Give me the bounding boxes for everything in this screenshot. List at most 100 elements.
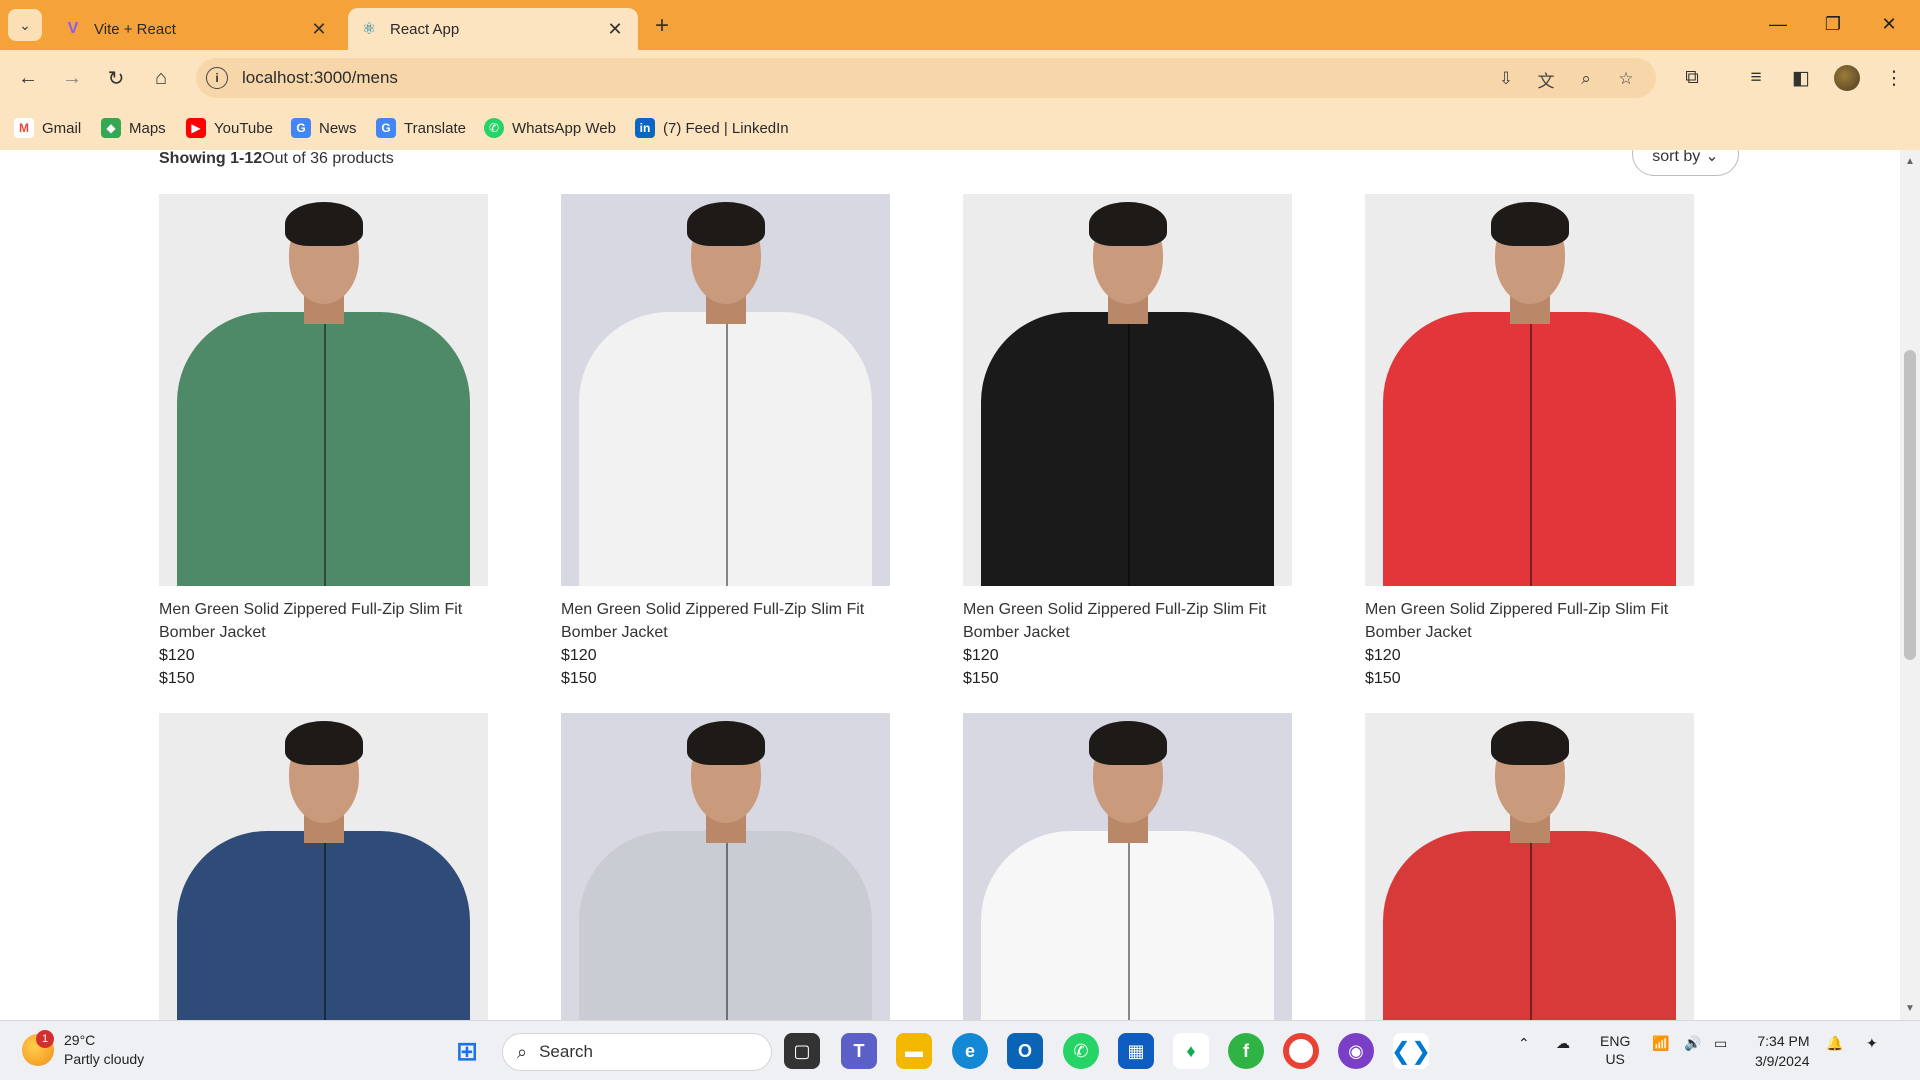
tab-search-button[interactable]: ⌄ <box>8 9 42 41</box>
taskbar-search[interactable]: ⌕ Search <box>502 1033 772 1071</box>
github-desktop-icon[interactable]: ◉ <box>1338 1033 1374 1069</box>
model-figure <box>1365 713 1694 1020</box>
system-clock[interactable]: 7:34 PM 3/9/2024 <box>1755 1031 1810 1071</box>
onedrive-icon[interactable]: ☁ <box>1556 1035 1570 1052</box>
bookmark-label: Maps <box>129 119 166 137</box>
install-app-icon[interactable]: ⇩ <box>1494 67 1518 91</box>
product-name[interactable]: Men Green Solid Zippered Full-Zip Slim F… <box>159 598 488 644</box>
product-name[interactable]: Men Green Solid Zippered Full-Zip Slim F… <box>561 598 890 644</box>
url-text[interactable]: localhost:3000/mens <box>242 68 398 88</box>
fiverr-icon[interactable]: f <box>1228 1033 1264 1069</box>
battery-icon[interactable]: ▭ <box>1714 1035 1727 1052</box>
product-image[interactable] <box>1365 713 1694 1020</box>
model-hair <box>686 721 765 765</box>
translate-page-icon[interactable]: 文 <box>1534 67 1558 91</box>
teams-icon[interactable]: T <box>841 1033 877 1069</box>
scroll-down-arrow[interactable]: ▼ <box>1905 1003 1915 1014</box>
notification-bell-icon[interactable]: 🔔 <box>1826 1035 1843 1052</box>
product-card[interactable] <box>963 713 1292 1020</box>
edge-icon[interactable]: e <box>952 1033 988 1069</box>
tab-react-app[interactable]: ⚛ React App ✕ <box>348 8 638 50</box>
model-figure <box>963 194 1292 586</box>
jacket-zipper <box>1529 843 1532 1020</box>
profile-avatar[interactable] <box>1834 65 1860 91</box>
weather-widget[interactable]: 1 29°C Partly cloudy <box>22 1030 145 1069</box>
bookmark-maps[interactable]: ◆ Maps <box>101 116 166 140</box>
site-info-icon[interactable]: i <box>206 67 228 89</box>
product-card[interactable]: Men Green Solid Zippered Full-Zip Slim F… <box>159 194 488 690</box>
model-figure <box>1365 194 1694 586</box>
side-panel-icon[interactable]: ◧ <box>1785 62 1817 94</box>
sort-by-button[interactable]: sort by ⌄ <box>1632 150 1739 176</box>
bookmark-whatsapp[interactable]: ✆ WhatsApp Web <box>484 116 616 140</box>
home-button[interactable]: ⌂ <box>145 62 177 94</box>
media-controls-icon[interactable]: ≡ <box>1740 62 1772 94</box>
product-price: $120 <box>561 647 597 664</box>
product-price: $120 <box>1365 647 1401 664</box>
file-explorer-icon[interactable]: ▬ <box>896 1033 932 1069</box>
product-card[interactable] <box>159 713 488 1020</box>
mongodb-icon[interactable]: ♦ <box>1173 1033 1209 1069</box>
product-image[interactable] <box>561 713 890 1020</box>
bookmark-label: YouTube <box>214 119 273 137</box>
product-name[interactable]: Men Green Solid Zippered Full-Zip Slim F… <box>1365 598 1694 644</box>
product-card[interactable]: Men Green Solid Zippered Full-Zip Slim F… <box>561 194 890 690</box>
product-image[interactable] <box>561 194 890 586</box>
bookmark-label: News <box>319 119 357 137</box>
task-view-icon[interactable]: ▢ <box>784 1033 820 1069</box>
whatsapp-taskbar-icon[interactable]: ✆ <box>1063 1033 1099 1069</box>
page-scrollbar[interactable]: ▲ ▼ <box>1900 150 1920 1020</box>
bookmark-translate[interactable]: G Translate <box>376 116 466 140</box>
bookmark-youtube[interactable]: ▶ YouTube <box>186 116 273 140</box>
new-tab-button[interactable]: + <box>648 12 676 40</box>
tab-vite-react[interactable]: V Vite + React ✕ <box>52 8 342 50</box>
forward-button[interactable]: → <box>56 62 88 94</box>
close-tab-icon[interactable]: ✕ <box>602 16 628 42</box>
restore-button[interactable]: ❐ <box>1810 8 1856 40</box>
product-image[interactable] <box>1365 194 1694 586</box>
copilot-icon[interactable]: ✦ <box>1866 1035 1878 1052</box>
volume-icon[interactable]: 🔊 <box>1684 1035 1701 1052</box>
address-bar[interactable]: i localhost:3000/mens ⇩ 文 ⌕ ☆ <box>196 58 1656 98</box>
product-card[interactable] <box>561 713 890 1020</box>
bookmark-news[interactable]: G News <box>291 116 357 140</box>
jacket-zipper <box>1529 324 1532 586</box>
zoom-icon[interactable]: ⌕ <box>1574 67 1598 91</box>
extensions-icon[interactable]: ⧉ <box>1676 62 1708 94</box>
product-image[interactable] <box>963 713 1292 1020</box>
product-name[interactable]: Men Green Solid Zippered Full-Zip Slim F… <box>963 598 1292 644</box>
product-card[interactable] <box>1365 713 1694 1020</box>
clock-time: 7:34 PM <box>1757 1033 1810 1049</box>
translate-icon: G <box>376 118 396 138</box>
product-image[interactable] <box>963 194 1292 586</box>
outlook-icon[interactable]: O <box>1007 1033 1043 1069</box>
close-tab-icon[interactable]: ✕ <box>306 16 332 42</box>
vscode-icon[interactable]: ❮❯ <box>1391 1033 1431 1069</box>
chrome-taskbar-icon[interactable] <box>1283 1033 1319 1069</box>
product-image[interactable] <box>159 713 488 1020</box>
model-figure <box>159 194 488 586</box>
product-price: $120 <box>159 647 195 664</box>
windows-start-icon[interactable]: ⊞ <box>449 1033 485 1069</box>
wifi-icon[interactable]: 📶 <box>1652 1035 1669 1052</box>
back-button[interactable]: ← <box>12 62 44 94</box>
product-price: $120 <box>963 647 999 664</box>
minimize-button[interactable]: — <box>1755 8 1801 40</box>
language-indicator[interactable]: ENG US <box>1600 1032 1630 1068</box>
weather-desc: Partly cloudy <box>64 1051 145 1067</box>
store-icon[interactable]: ▦ <box>1118 1033 1154 1069</box>
weather-temp: 29°C <box>64 1032 96 1048</box>
menu-kebab-icon[interactable]: ⋮ <box>1878 62 1910 94</box>
bookmark-linkedin[interactable]: in (7) Feed | LinkedIn <box>635 116 789 140</box>
bookmark-gmail[interactable]: M Gmail <box>14 116 81 140</box>
scroll-up-arrow[interactable]: ▲ <box>1905 156 1915 167</box>
tray-overflow-icon[interactable]: ⌃ <box>1518 1035 1530 1052</box>
product-image[interactable] <box>159 194 488 586</box>
bookmark-star-icon[interactable]: ☆ <box>1614 67 1638 91</box>
reload-button[interactable]: ↻ <box>100 62 132 94</box>
product-card[interactable]: Men Green Solid Zippered Full-Zip Slim F… <box>1365 194 1694 690</box>
scrollbar-thumb[interactable] <box>1904 350 1916 660</box>
close-window-button[interactable]: ✕ <box>1866 8 1912 40</box>
product-card[interactable]: Men Green Solid Zippered Full-Zip Slim F… <box>963 194 1292 690</box>
results-count: Showing 1-12Out of 36 products <box>159 150 394 168</box>
